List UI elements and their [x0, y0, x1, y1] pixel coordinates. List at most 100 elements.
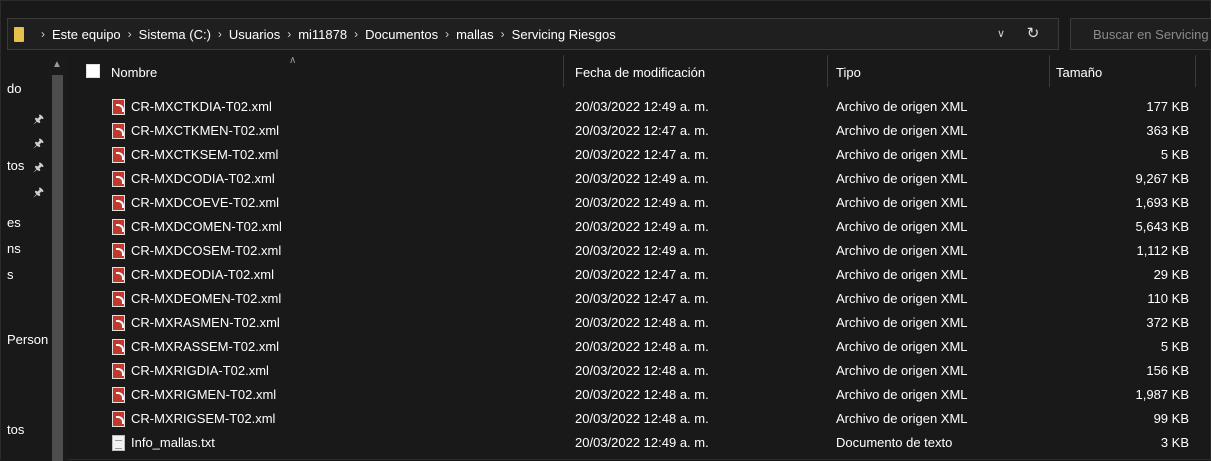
breadcrumb-usuarios[interactable]: Usuarios — [229, 27, 280, 42]
file-date: 20/03/2022 12:48 a. m. — [575, 363, 709, 378]
file-name: CR-MXDCOSEM-T02.xml — [131, 243, 282, 258]
table-row[interactable]: CR-MXCTKMEN-T02.xml 20/03/2022 12:47 a. m… — [69, 119, 1211, 143]
chevron-right-icon[interactable]: › — [354, 27, 358, 41]
file-date: 20/03/2022 12:48 a. m. — [575, 339, 709, 354]
file-date: 20/03/2022 12:49 a. m. — [575, 195, 709, 210]
table-row[interactable]: CR-MXDCODIA-T02.xml 20/03/2022 12:49 a. m… — [69, 167, 1211, 191]
address-bar[interactable]: › Este equipo › Sistema (C:) › Usuarios … — [7, 18, 1059, 50]
file-size: 5 KB — [1160, 147, 1189, 162]
xml-file-icon — [112, 147, 125, 163]
xml-file-icon — [112, 243, 125, 259]
file-name: CR-MXCTKDIA-T02.xml — [131, 99, 272, 114]
nav-item[interactable]: ns — [7, 241, 21, 256]
chevron-right-icon[interactable]: › — [128, 27, 132, 41]
chevron-right-icon[interactable]: › — [287, 27, 291, 41]
file-name: CR-MXCTKMEN-T02.xml — [131, 123, 280, 138]
table-row[interactable]: CR-MXRASSEM-T02.xml 20/03/2022 12:48 a. m… — [69, 335, 1211, 359]
chevron-right-icon[interactable]: › — [218, 27, 222, 41]
search-placeholder: Buscar en Servicing Riesgos — [1093, 26, 1211, 42]
breadcrumb-mallas[interactable]: mallas — [456, 27, 494, 42]
file-type: Archivo de origen XML — [836, 123, 968, 138]
column-header-type-label: Tipo — [836, 64, 861, 80]
breadcrumb-documentos[interactable]: Documentos — [365, 27, 438, 42]
chevron-right-icon[interactable]: › — [41, 27, 45, 41]
nav-item[interactable]: es — [7, 215, 21, 230]
table-row[interactable]: CR-MXCTKDIA-T02.xml 20/03/2022 12:49 a. m… — [69, 95, 1211, 119]
table-row[interactable]: CR-MXRASMEN-T02.xml 20/03/2022 12:48 a. m… — [69, 311, 1211, 335]
file-name: CR-MXDEODIA-T02.xml — [131, 267, 275, 282]
xml-file-icon — [112, 291, 125, 307]
table-row[interactable]: CR-MXDCOSEM-T02.xml 20/03/2022 12:49 a. m… — [69, 239, 1211, 263]
xml-file-icon — [112, 315, 125, 331]
nav-item[interactable]: Person — [7, 332, 48, 347]
file-size: 177 KB — [1146, 99, 1189, 114]
file-date: 20/03/2022 12:49 a. m. — [575, 219, 709, 234]
file-size: 9,267 KB — [1135, 171, 1190, 186]
file-size: 372 KB — [1146, 315, 1189, 330]
file-name: CR-MXDCODIA-T02.xml — [131, 171, 275, 186]
column-divider[interactable] — [827, 55, 828, 87]
table-row[interactable]: CR-MXRIGMEN-T02.xml 20/03/2022 12:48 a. m… — [69, 383, 1211, 407]
xml-file-icon — [112, 411, 125, 427]
file-type: Archivo de origen XML — [836, 339, 968, 354]
file-type: Archivo de origen XML — [836, 387, 968, 402]
column-divider[interactable] — [563, 55, 564, 87]
breadcrumb-servicing-riesgos[interactable]: Servicing Riesgos — [512, 27, 616, 42]
table-row[interactable]: CR-MXDCOEVE-T02.xml 20/03/2022 12:49 a. m… — [69, 191, 1211, 215]
column-divider[interactable] — [1195, 55, 1196, 87]
table-row[interactable]: CR-MXRIGDIA-T02.xml 20/03/2022 12:48 a. m… — [69, 359, 1211, 383]
file-type: Archivo de origen XML — [836, 243, 968, 258]
nav-item[interactable]: tos — [7, 422, 24, 437]
xml-file-icon — [112, 219, 125, 235]
select-all-checkbox[interactable] — [86, 64, 100, 78]
chevron-right-icon[interactable]: › — [501, 27, 505, 41]
file-type: Archivo de origen XML — [836, 315, 968, 330]
folder-icon — [14, 26, 28, 42]
file-name: CR-MXDCOMEN-T02.xml — [131, 219, 282, 234]
file-size: 99 KB — [1153, 411, 1189, 426]
column-header-size[interactable]: Tamaño — [1056, 55, 1186, 89]
nav-item[interactable]: tos — [7, 158, 24, 173]
pin-icon[interactable]: 🖈 — [33, 158, 44, 179]
table-row[interactable]: CR-MXDEOMEN-T02.xml 20/03/2022 12:47 a. m… — [69, 287, 1211, 311]
column-header-date-label: Fecha de modificación — [575, 64, 706, 80]
table-row[interactable]: CR-MXDEODIA-T02.xml 20/03/2022 12:47 a. m… — [69, 263, 1211, 287]
file-size: 29 KB — [1153, 267, 1189, 282]
file-type: Archivo de origen XML — [836, 363, 968, 378]
pin-icon[interactable]: 🖈 — [33, 110, 44, 131]
chevron-right-icon[interactable]: › — [445, 27, 449, 41]
refresh-icon[interactable]: ↻ — [1022, 23, 1044, 45]
xml-file-icon — [112, 171, 125, 187]
column-header-size-label: Tamaño — [1056, 64, 1103, 80]
nav-item[interactable]: do — [7, 81, 21, 96]
file-type: Archivo de origen XML — [836, 267, 968, 282]
xml-file-icon — [112, 267, 125, 283]
file-type: Documento de texto — [836, 435, 953, 450]
column-header-type[interactable]: Tipo — [836, 55, 1046, 89]
table-row[interactable]: Info_mallas.txt 20/03/2022 12:49 a. m. Doc… — [69, 431, 1211, 455]
file-size: 1,693 KB — [1135, 195, 1190, 210]
chevron-down-icon[interactable]: ∨ — [992, 25, 1010, 43]
table-row[interactable]: CR-MXDCOMEN-T02.xml 20/03/2022 12:49 a. m… — [69, 215, 1211, 239]
table-row[interactable]: CR-MXRIGSEM-T02.xml 20/03/2022 12:48 a. m… — [69, 407, 1211, 431]
file-size: 110 KB — [1147, 291, 1189, 306]
file-type: Archivo de origen XML — [836, 195, 968, 210]
file-date: 20/03/2022 12:49 a. m. — [575, 171, 709, 186]
breadcrumb-este-equipo[interactable]: Este equipo — [52, 27, 121, 42]
column-header-date[interactable]: Fecha de modificación — [575, 55, 825, 89]
breadcrumb-sistema[interactable]: Sistema (C:) — [139, 27, 211, 42]
search-input[interactable]: Buscar en Servicing Riesgos — [1070, 18, 1211, 50]
scrollbar-thumb[interactable] — [52, 75, 63, 461]
file-type: Archivo de origen XML — [836, 99, 968, 114]
pin-icon[interactable]: 🖈 — [33, 183, 44, 204]
column-divider[interactable] — [1049, 55, 1050, 87]
pin-icon[interactable]: 🖈 — [33, 134, 44, 155]
file-name: CR-MXDEOMEN-T02.xml — [131, 291, 282, 306]
scroll-up-icon[interactable]: ▲ — [52, 59, 62, 70]
nav-item[interactable]: s — [7, 267, 14, 282]
column-header-name[interactable]: Nombre — [111, 55, 561, 89]
file-type: Archivo de origen XML — [836, 291, 968, 306]
nav-scrollbar[interactable]: ▲ — [48, 55, 67, 461]
breadcrumb-user[interactable]: mi11878 — [298, 27, 347, 42]
table-row[interactable]: CR-MXCTKSEM-T02.xml 20/03/2022 12:47 a. m… — [69, 143, 1211, 167]
